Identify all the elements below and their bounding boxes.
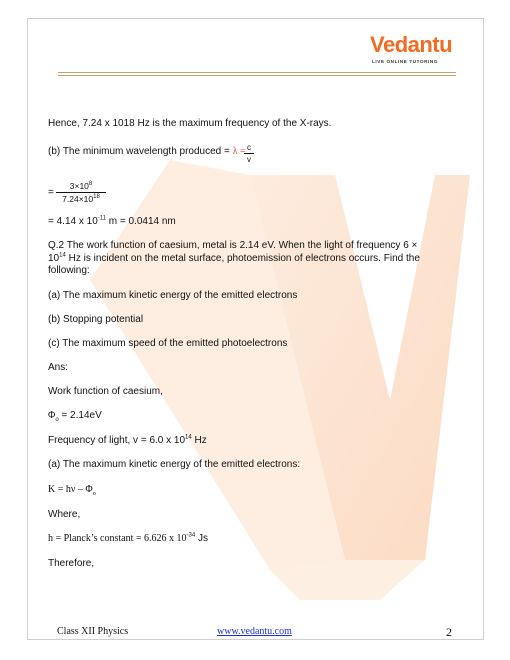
footer-course-label: Class XII Physics <box>57 626 129 637</box>
big-fraction-denominator: 7.24×1018 <box>62 194 100 204</box>
logo-tagline: LIVE ONLINE TUTORING <box>372 59 439 64</box>
fraction-c-over-v: c v <box>244 143 254 164</box>
big-fraction-numerator: 3×108 <box>69 181 93 191</box>
therefore-label: Therefore, <box>48 558 95 569</box>
question-part-b: (b) Stopping potential <box>48 314 144 325</box>
result-line: = 4.14 x 10-11 m = 0.0414 nm <box>48 215 176 227</box>
kinetic-energy-heading: (a) The maximum kinetic energy of the em… <box>48 459 301 470</box>
footer-website-link[interactable]: www.vedantu.com <box>217 626 292 637</box>
logo-wordmark: Vedantu <box>370 32 453 57</box>
min-wavelength-label: (b) The minimum wavelength produced = <box>48 146 233 157</box>
page-number: 2 <box>446 625 452 639</box>
equals-sign: = <box>48 187 54 198</box>
question-part-a: (a) The maximum kinetic energy of the em… <box>48 290 298 301</box>
question-part-c: (c) The maximum speed of the emitted pho… <box>48 338 288 349</box>
question-2-line-2: 1014 Hz is incident on the metal surface… <box>48 252 420 264</box>
fraction-numerator: c <box>247 143 251 152</box>
question-2-line-1: Q.2 The work function of caesium, metal … <box>48 240 418 251</box>
paragraph-min-wavelength: (b) The minimum wavelength produced = λ … <box>48 146 246 158</box>
answer-label: Ans: <box>48 362 69 373</box>
frequency-line: Frequency of light, v = 6.0 x 1014 Hz <box>48 434 207 446</box>
question-2-line-3: following: <box>48 265 90 276</box>
work-function-label: Work function of caesium, <box>48 386 163 397</box>
planck-constant-line: h = Planck’s constant = 6.626 x 10-34 Js <box>48 532 208 544</box>
vedantu-logo: Vedantu LIVE ONLINE TUTORING <box>370 32 470 76</box>
header-rule <box>58 72 456 76</box>
where-label: Where, <box>48 509 81 520</box>
kinetic-energy-equation: K = hν – Φo <box>48 484 96 497</box>
page-border <box>27 18 484 640</box>
work-function-value: Φo = 2.14eV <box>48 410 102 423</box>
fraction-denominator: v <box>247 155 251 164</box>
paragraph-hence: Hence, 7.24 x 1018 Hz is the maximum fre… <box>48 118 332 129</box>
